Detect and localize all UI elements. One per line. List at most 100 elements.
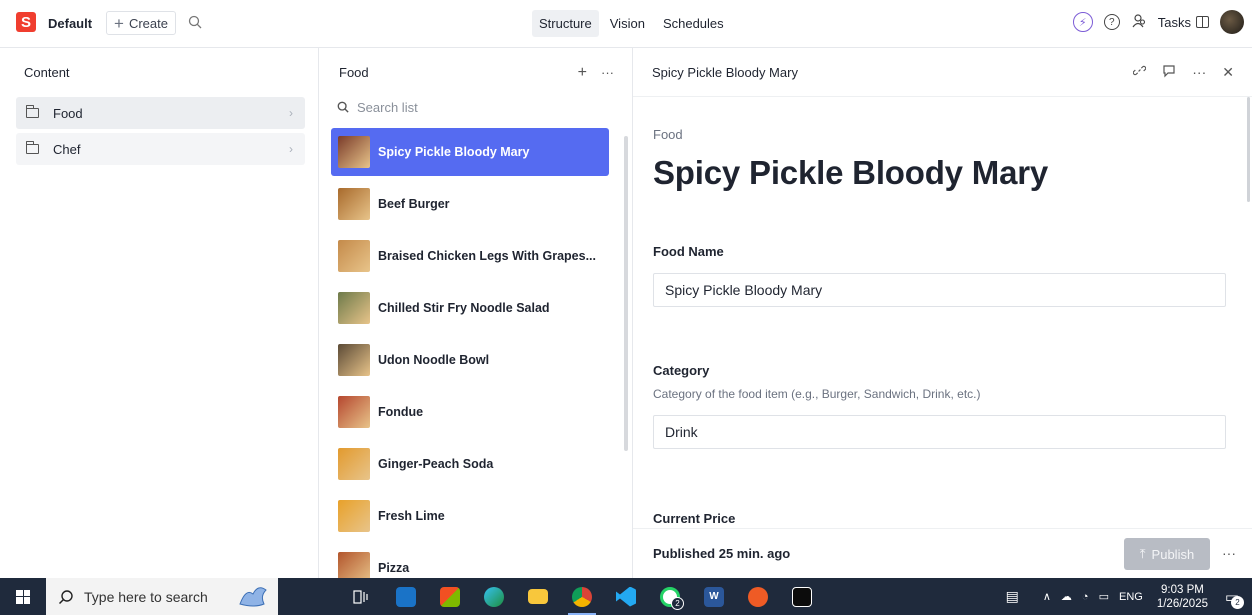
list-item[interactable]: Spicy Pickle Bloody Mary — [331, 128, 609, 176]
list-item[interactable]: Pizza — [331, 544, 609, 578]
folder-icon — [26, 105, 39, 118]
comment-icon[interactable] — [1162, 64, 1176, 81]
list-item[interactable]: Braised Chicken Legs With Grapes... — [331, 232, 609, 280]
list-item[interactable]: Beef Burger — [331, 180, 609, 228]
more-actions-icon[interactable]: ··· — [1222, 545, 1236, 561]
onedrive-icon[interactable]: ☁ — [1061, 590, 1072, 603]
avatar[interactable] — [1220, 10, 1244, 34]
category-input[interactable]: Drink — [653, 415, 1226, 449]
food-thumbnail — [338, 136, 370, 168]
food-name-field: Food Name Spicy Pickle Bloody Mary — [653, 244, 1226, 307]
more-icon[interactable]: ··· — [1192, 64, 1206, 80]
tab-structure[interactable]: Structure — [532, 10, 599, 37]
store-icon[interactable] — [428, 578, 472, 615]
system-tray: ▤ ∧ ☁ ◔ ▭ ENG 9:03 PM 1/26/2025 ▭ 2 — [1006, 578, 1252, 615]
clock[interactable]: 9:03 PM 1/26/2025 — [1157, 583, 1208, 611]
food-thumbnail — [338, 292, 370, 324]
list-scrollbar[interactable] — [624, 136, 628, 451]
tasks-button[interactable]: Tasks — [1158, 15, 1209, 30]
windows-taskbar: Type here to search 2 W ▤ ∧ ☁ ◔ ▭ ENG 9:… — [0, 578, 1252, 615]
search-icon[interactable] — [188, 15, 202, 34]
food-list-pane: Food + ··· Search list Spicy Pickle Bloo… — [319, 48, 633, 578]
news-icon[interactable]: ▤ — [1006, 588, 1019, 605]
publish-button[interactable]: ⤒ Publish — [1124, 538, 1210, 570]
clock-time: 9:03 PM — [1161, 583, 1204, 596]
content-item-food[interactable]: Food › — [16, 97, 305, 129]
edge-icon[interactable] — [472, 578, 516, 615]
notification-center-icon[interactable]: ▭ 2 — [1218, 578, 1246, 615]
clock-date: 1/26/2025 — [1156, 597, 1208, 610]
terminal-icon[interactable] — [780, 578, 824, 615]
list-item[interactable]: Chilled Stir Fry Noodle Salad — [331, 284, 609, 332]
language-indicator[interactable]: ENG — [1119, 591, 1143, 603]
document-header-title: Spicy Pickle Bloody Mary — [652, 64, 798, 80]
word-icon[interactable]: W — [692, 578, 736, 615]
task-view-icon[interactable] — [340, 578, 384, 615]
tab-vision[interactable]: Vision — [603, 10, 652, 37]
search-icon — [337, 101, 349, 113]
bolt-icon[interactable]: ⚡ — [1072, 12, 1093, 32]
document-header: Spicy Pickle Bloody Mary ··· ✕ — [633, 48, 1252, 97]
start-button[interactable] — [0, 578, 46, 615]
content-item-chef[interactable]: Chef › — [16, 133, 305, 165]
workspace-name[interactable]: Default — [48, 16, 92, 31]
postman-icon[interactable] — [736, 578, 780, 615]
food-thumbnail — [338, 240, 370, 272]
more-icon[interactable]: ··· — [601, 65, 614, 80]
taskbar-apps: 2 W — [340, 578, 824, 615]
top-bar: S Default + Create Structure Vision Sche… — [0, 0, 1252, 48]
search-list-input[interactable]: Search list — [319, 95, 632, 119]
current-price-label: Current Price — [653, 511, 736, 526]
list-item-label: Fondue — [378, 405, 424, 419]
page-title: Spicy Pickle Bloody Mary — [653, 154, 1049, 191]
vscode-icon[interactable] — [604, 578, 648, 615]
breadcrumb: Food — [653, 127, 683, 142]
windows-icon — [16, 589, 30, 604]
folder-icon — [26, 141, 39, 154]
list-item-label: Udon Noodle Bowl — [378, 353, 490, 367]
list-item[interactable]: Udon Noodle Bowl — [331, 336, 609, 384]
create-label: Create — [128, 15, 168, 31]
food-thumbnail — [338, 500, 370, 532]
taskbar-search[interactable]: Type here to search — [46, 578, 278, 615]
publish-label: Publish — [1151, 546, 1195, 562]
create-button[interactable]: + Create — [106, 11, 176, 35]
search-icon — [58, 589, 73, 604]
list-item-label: Beef Burger — [378, 197, 450, 211]
food-name-input[interactable]: Spicy Pickle Bloody Mary — [653, 273, 1226, 307]
publish-icon: ⤒ — [1139, 546, 1146, 561]
document-scrollbar[interactable] — [1247, 97, 1250, 202]
content-pane-title: Content — [24, 65, 70, 80]
taskbar-search-placeholder: Type here to search — [84, 588, 208, 605]
food-list-header: Food + ··· — [319, 48, 632, 97]
food-thumbnail — [338, 448, 370, 480]
close-icon[interactable]: ✕ — [1222, 64, 1234, 81]
file-explorer-icon[interactable] — [516, 578, 560, 615]
chevron-up-icon[interactable]: ∧ — [1043, 590, 1051, 603]
plus-icon: + — [114, 13, 124, 33]
add-document-icon[interactable]: + — [578, 64, 587, 82]
people-icon[interactable] — [1131, 13, 1147, 32]
link-icon[interactable] — [1133, 64, 1147, 80]
chrome-icon[interactable] — [560, 578, 604, 615]
search-doodle-icon — [239, 587, 267, 607]
tasks-label: Tasks — [1157, 14, 1191, 30]
content-pane: Content Food › Chef › — [0, 48, 319, 578]
list-item[interactable]: Fondue — [331, 388, 609, 436]
outlook-icon[interactable] — [384, 578, 428, 615]
category-description: Category of the food item (e.g., Burger,… — [653, 387, 981, 401]
list-item[interactable]: Ginger-Peach Soda — [331, 440, 609, 488]
nav-tabs: Structure Vision Schedules — [532, 10, 731, 37]
chevron-right-icon: › — [289, 106, 293, 120]
list-item-label: Spicy Pickle Bloody Mary — [378, 145, 530, 159]
list-item[interactable]: Fresh Lime — [331, 492, 609, 540]
tab-schedules[interactable]: Schedules — [656, 10, 731, 37]
battery-icon[interactable]: ▭ — [1099, 590, 1109, 603]
whatsapp-icon[interactable]: 2 — [648, 578, 692, 615]
app-logo[interactable]: S — [16, 12, 36, 32]
food-name-label: Food Name — [653, 244, 724, 259]
document-footer: Published 25 min. ago ⤒ Publish ··· — [633, 528, 1252, 578]
wifi-icon[interactable]: ◔ — [1082, 591, 1089, 603]
help-icon[interactable]: ? — [1103, 14, 1120, 30]
food-thumbnail — [338, 188, 370, 220]
